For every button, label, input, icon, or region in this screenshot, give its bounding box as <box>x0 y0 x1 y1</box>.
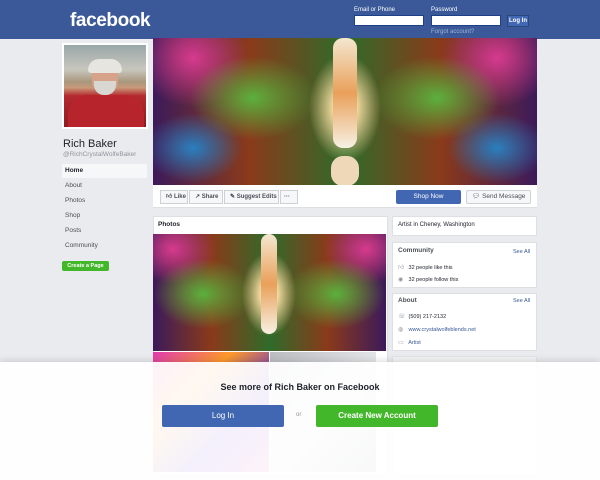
email-field[interactable] <box>354 15 424 26</box>
about-see-all-link[interactable]: See All <box>513 298 530 304</box>
create-page-button[interactable]: Create a Page <box>62 261 109 271</box>
overlay-or-text: or <box>296 412 302 418</box>
artist-category-link[interactable]: Artist <box>408 340 421 346</box>
login-overlay <box>0 362 600 480</box>
category-row: ▭ Artist <box>398 339 421 346</box>
password-field[interactable] <box>431 15 501 26</box>
overlay-login-button[interactable]: Log In <box>162 405 284 427</box>
like-button[interactable]: 👍︎ Like <box>160 190 188 204</box>
likes-row: 👍︎ 32 people like this <box>398 263 453 271</box>
thumbs-up-icon: 👍︎ <box>166 194 174 200</box>
folder-icon: ▭ <box>398 340 404 346</box>
like-label: Like <box>173 194 186 200</box>
shop-now-button[interactable]: Shop Now <box>396 190 461 204</box>
globe-icon: ◍ <box>398 327 404 333</box>
nav-item-about[interactable]: About <box>62 179 147 193</box>
nav-item-community[interactable]: Community <box>62 239 147 253</box>
share-button[interactable]: ↗ Share <box>189 190 223 204</box>
page-name[interactable]: Rich Baker <box>63 138 117 150</box>
share-label: Share <box>201 194 219 200</box>
photo-thumbnail-main[interactable] <box>153 234 386 351</box>
page-handle[interactable]: @RichCrystalWolfeBaker <box>63 151 136 158</box>
photos-heading[interactable]: Photos <box>158 221 180 228</box>
password-label: Password <box>431 7 458 13</box>
suggest-edits-button[interactable]: ✎ Suggest Edits <box>224 190 279 204</box>
nav-item-photos[interactable]: Photos <box>62 194 147 208</box>
follows-row: ◉ 32 people follow this <box>398 276 458 283</box>
nav-item-posts[interactable]: Posts <box>62 224 147 238</box>
page-category: Artist in Cheney, Washington <box>398 222 475 228</box>
phone-row: ☏ (509) 217-2132 <box>398 313 446 320</box>
email-label: Email or Phone <box>354 7 396 13</box>
create-account-button[interactable]: Create New Account <box>316 405 438 427</box>
website-row: ◍ www.crystalwolfeblends.net <box>398 326 476 333</box>
messenger-icon: 💬︎ <box>472 193 483 200</box>
pencil-icon: ✎ <box>230 194 237 200</box>
phone-text: (509) 217-2132 <box>408 314 447 320</box>
community-see-all-link[interactable]: See All <box>513 249 530 255</box>
overlay-title: See more of Rich Baker on Facebook <box>220 382 380 392</box>
profile-picture[interactable] <box>62 43 148 129</box>
send-message-button[interactable]: 💬︎ Send Message <box>466 190 531 204</box>
phone-icon: ☏ <box>398 314 406 320</box>
website-link[interactable]: www.crystalwolfeblends.net <box>409 327 476 333</box>
forgot-account-link[interactable]: Forgot account? <box>431 29 474 35</box>
follows-text: 32 people follow this <box>408 277 459 283</box>
about-heading: About <box>398 297 417 304</box>
suggest-edits-label: Suggest Edits <box>236 194 277 200</box>
share-icon: ↗ <box>195 194 202 200</box>
nav-item-home[interactable]: Home <box>62 164 147 178</box>
rss-icon: ◉ <box>398 277 404 283</box>
facebook-logo[interactable]: facebook <box>70 10 151 32</box>
cover-photo[interactable] <box>153 38 537 185</box>
nav-item-shop[interactable]: Shop <box>62 209 147 223</box>
thumbs-up-icon: 👍︎ <box>398 265 405 271</box>
likes-text: 32 people like this <box>408 265 453 271</box>
community-heading: Community <box>398 247 434 254</box>
header-login-button[interactable]: Log In <box>507 15 529 27</box>
more-button[interactable]: ··· <box>280 190 298 204</box>
send-message-label: Send Message <box>482 193 526 200</box>
